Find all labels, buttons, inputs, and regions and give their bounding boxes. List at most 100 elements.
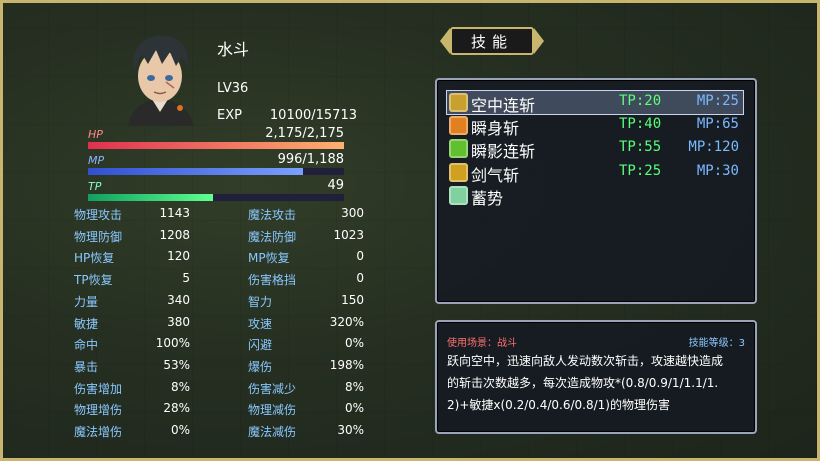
stat-row: 魔法防御 1023 <box>248 228 364 248</box>
stat-label: 命中 <box>74 338 99 353</box>
stat-label: 魔法减伤 <box>248 425 297 439</box>
mp-track <box>88 168 344 175</box>
mp-fill <box>88 168 304 175</box>
stat-row: 伤害增加 8% <box>74 380 190 400</box>
sword-slash-icon <box>449 93 468 112</box>
description-line: 跃向空中，迅速向敌人发动数次斩击，攻速越快造成 <box>447 354 724 368</box>
stat-value: 100% <box>155 336 190 351</box>
skill-item[interactable]: 瞬影连斩 TP:55 MP:120 <box>447 137 743 161</box>
character-portrait <box>128 35 194 126</box>
tp-track <box>88 194 344 201</box>
stat-label: MP恢复 <box>248 251 290 266</box>
skill-item[interactable]: 瞬身斩 TP:40 MP:65 <box>447 114 743 138</box>
stat-row: 物理增伤 28% <box>74 401 190 421</box>
skill-tp-cost: TP:20 <box>619 93 662 109</box>
skill-item[interactable]: 空中连斩 TP:20 MP:25 <box>446 90 744 115</box>
stat-label: 物理攻击 <box>74 208 123 222</box>
stat-value: 1023 <box>333 227 364 242</box>
stat-value: 300 <box>341 206 364 220</box>
character-level: LV36 <box>217 81 249 96</box>
stat-row: HP恢复 120 <box>74 249 190 269</box>
stat-value: 0% <box>344 401 364 416</box>
stat-label: 魔法攻击 <box>248 208 297 222</box>
skill-item[interactable]: 剑气斩 TP:25 MP:30 <box>447 161 743 185</box>
skill-mp-cost: MP:25 <box>696 93 739 109</box>
stat-label: 魔法增伤 <box>74 425 123 439</box>
stat-row: 暴击 53% <box>74 358 190 378</box>
shadow-slash-icon <box>449 139 468 158</box>
skill-name: 蓄势 <box>471 189 504 208</box>
character-name: 水斗 <box>217 40 250 59</box>
stat-label: 暴击 <box>74 359 99 374</box>
exp-row: EXP 10100/15713 <box>217 108 357 123</box>
stat-label: 攻速 <box>248 316 273 331</box>
exp-label: EXP <box>217 108 242 123</box>
stat-label: 物理减伤 <box>248 403 297 418</box>
stat-value: 0% <box>344 336 364 351</box>
stat-label: 闪避 <box>248 338 273 353</box>
skill-name: 剑气斩 <box>471 165 520 185</box>
skill-name: 瞬身斩 <box>471 118 520 138</box>
mp-label: MP <box>88 154 105 167</box>
stat-row: 智力 150 <box>248 293 364 313</box>
stat-value: 380 <box>167 314 190 329</box>
stat-label: 魔法防御 <box>248 229 297 244</box>
hp-label: HP <box>88 128 103 141</box>
stat-row: 命中 100% <box>74 336 190 356</box>
stat-row: 魔法减伤 30% <box>248 423 364 443</box>
tp-value: 49 <box>327 178 344 193</box>
charge-icon <box>449 186 468 205</box>
stat-value: 30% <box>337 423 364 437</box>
stat-value: 53% <box>163 357 190 372</box>
stat-row: 魔法攻击 300 <box>248 206 364 226</box>
skill-item[interactable]: 蓄势 <box>447 184 743 208</box>
skill-tp-cost: TP:40 <box>619 115 662 132</box>
stat-value: 0 <box>356 271 364 286</box>
skill-mp-cost: MP:120 <box>688 139 739 155</box>
hp-value: 2,175/2,175 <box>265 126 344 141</box>
skill-tp-cost: TP:25 <box>619 162 662 179</box>
skills-header: 技能 <box>440 25 544 57</box>
skill-list-panel: 空中连斩 TP:20 MP:25 瞬身斩 TP:40 MP:65 瞬影连斩 TP:55 MP:1… <box>435 78 757 304</box>
description-line: 2)+敏捷x(0.2/0.4/0.6/0.8/1)的物理伤害 <box>447 398 670 412</box>
skill-level: 技能等级：3 <box>688 338 745 349</box>
usage-scene: 使用场景：战斗 <box>447 338 517 349</box>
skill-tp-cost: TP:55 <box>619 139 662 155</box>
description-line: 的斩击次数越多，每次造成物攻*(0.8/0.9/1/1.1/1. <box>447 376 719 390</box>
stat-row: 物理攻击 1143 <box>74 206 190 226</box>
skills-header-label: 技能 <box>470 33 513 51</box>
stat-value: 120 <box>167 249 190 264</box>
stat-label: 物理增伤 <box>74 403 123 418</box>
stat-row: 敏捷 380 <box>74 315 190 335</box>
stat-value: 8% <box>170 379 190 394</box>
stat-row: 物理防御 1208 <box>74 228 190 248</box>
stat-label: 物理防御 <box>74 229 123 244</box>
skill-name: 空中连斩 <box>471 96 536 115</box>
tp-label: TP <box>88 180 102 193</box>
stat-label: 爆伤 <box>248 359 273 374</box>
skill-mp-cost: MP:30 <box>696 162 739 179</box>
mp-value: 996/1,188 <box>277 152 344 167</box>
stat-label: 力量 <box>74 294 99 309</box>
stat-row: TP恢复 5 <box>74 271 190 291</box>
stat-row: 攻速 320% <box>248 315 364 335</box>
hp-fill <box>88 142 344 149</box>
stat-value: 1143 <box>159 206 190 220</box>
stat-row: 伤害格挡 0 <box>248 271 364 291</box>
stat-label: 伤害减少 <box>248 381 297 396</box>
stat-label: HP恢复 <box>74 251 115 266</box>
stat-label: 智力 <box>248 294 273 309</box>
stat-value: 28% <box>163 401 190 416</box>
hp-track <box>88 142 344 149</box>
stat-row: 魔法增伤 0% <box>74 423 190 443</box>
skill-description-panel: 使用场景：战斗 技能等级：3 跃向空中，迅速向敌人发动数次斩击，攻速越快造成 的… <box>435 320 757 434</box>
stat-row: 力量 340 <box>74 293 190 313</box>
stat-label: TP恢复 <box>74 273 113 288</box>
dash-slash-icon <box>449 115 468 135</box>
stat-value: 150 <box>341 292 364 307</box>
stat-row: MP恢复 0 <box>248 249 364 269</box>
stat-value: 0% <box>170 423 190 437</box>
tp-fill <box>88 194 214 201</box>
stat-label: 伤害增加 <box>74 381 123 396</box>
stat-row: 闪避 0% <box>248 336 364 356</box>
